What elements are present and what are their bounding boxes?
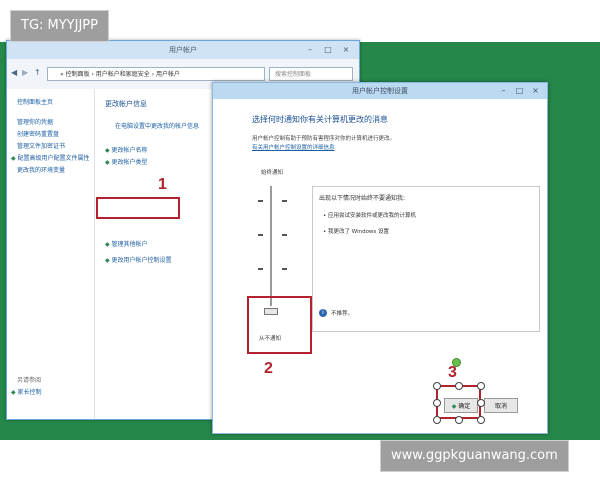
sidebar-item-home[interactable]: 控制面板主页 (17, 97, 53, 106)
info-heading: 出现以下情况时始终不要通知我: (319, 195, 406, 202)
sidebar-item-env-vars[interactable]: 更改我的环境变量 (17, 165, 65, 174)
shield-icon: ◆ (105, 159, 110, 166)
forward-arrow-icon[interactable]: ▶ (22, 68, 28, 77)
slider-tick (258, 268, 263, 270)
slider-tick (282, 234, 287, 236)
slider-tick (258, 234, 263, 236)
resize-handle (477, 382, 485, 390)
resize-handle (433, 382, 441, 390)
step1-number: 1 (158, 176, 167, 193)
slider-tick (282, 200, 287, 202)
step2-highlight (247, 296, 312, 354)
up-arrow-icon[interactable]: ↑ (34, 68, 41, 77)
info-bullet: • 应用尝试安装软件或更改我的计算机 (323, 213, 417, 219)
minimize-button[interactable]: – (303, 44, 317, 55)
slider-tick (258, 200, 263, 202)
cancel-button[interactable]: 取消 (484, 398, 518, 413)
dialog-maximize-button[interactable]: □ (513, 85, 526, 96)
address-field[interactable]: « 控制面板 › 用户帐户和家庭安全 › 用户帐户 (47, 67, 265, 81)
bottom-watermark-tag: www.ggpkguanwang.com (380, 440, 569, 472)
sidebar-item-profile[interactable]: ◆ 配置高级用户配置文件属性 (11, 153, 90, 162)
resize-handle (455, 416, 463, 424)
close-button[interactable]: × (339, 44, 353, 55)
step1-highlight (96, 197, 180, 219)
shield-icon: ◆ (105, 241, 110, 248)
info-note: 不推荐。 (331, 311, 354, 317)
pc-settings-link[interactable]: 在电脑设置中更改我的帐户信息 (115, 121, 199, 130)
top-watermark-tag: TG: MYYJJPP (10, 10, 109, 42)
slider-top-label: 始终通知 (261, 170, 284, 176)
dialog-description: 用户帐户控制有助于预防有害程序对你的计算机进行更改。 (252, 136, 396, 142)
sidebar: 控制面板主页 管理你的凭据 创建密码重置盘 管理文件加密证书 ◆ 配置高级用户配… (7, 89, 95, 419)
shield-icon: ◆ (105, 147, 110, 154)
step2-number: 2 (264, 360, 273, 377)
dialog-heading: 选择何时通知你有关计算机更改的消息 (252, 115, 388, 124)
see-also-title: 另请参阅 (17, 377, 42, 384)
step3-highlight (436, 385, 481, 419)
uac-settings-link[interactable]: ◆ 更改用户帐户控制设置 (105, 255, 172, 264)
slider-track[interactable] (270, 186, 272, 306)
rotate-handle (452, 358, 461, 367)
maximize-button[interactable]: □ (321, 44, 335, 55)
sidebar-item-certificates[interactable]: 管理文件加密证书 (17, 141, 65, 150)
sidebar-item-credentials[interactable]: 管理你的凭据 (17, 117, 53, 126)
resize-handle (455, 382, 463, 390)
resize-handle (477, 399, 485, 407)
change-type-link[interactable]: ◆ 更改帐户类型 (105, 157, 148, 166)
back-arrow-icon[interactable]: ◀ (11, 68, 17, 77)
info-icon: i (319, 309, 327, 317)
info-panel: 出现以下情况时始终不要通知我: • 应用尝试安装软件或更改我的计算机 • 我更改… (312, 186, 540, 332)
info-bullet: • 我更改了 Windows 设置 (323, 229, 390, 235)
slider-tick (282, 268, 287, 270)
content-heading: 更改帐户信息 (105, 100, 147, 108)
resize-handle (477, 416, 485, 424)
change-name-link[interactable]: ◆ 更改帐户名称 (105, 145, 148, 154)
dialog-minimize-button[interactable]: – (497, 85, 510, 96)
sidebar-item-reset-disk[interactable]: 创建密码重置盘 (17, 129, 59, 138)
shield-icon: ◆ (105, 257, 110, 264)
resize-handle (433, 416, 441, 424)
search-input[interactable]: 搜索控制面板 (269, 67, 353, 81)
resize-handle (433, 399, 441, 407)
dialog-close-button[interactable]: × (529, 85, 542, 96)
uac-help-link[interactable]: 有关用户帐户控制设置的详细信息 (252, 143, 335, 151)
manage-accounts-link[interactable]: ◆ 管理其他帐户 (105, 239, 148, 248)
sidebar-item-parental[interactable]: ◆ 家长控制 (11, 387, 42, 396)
